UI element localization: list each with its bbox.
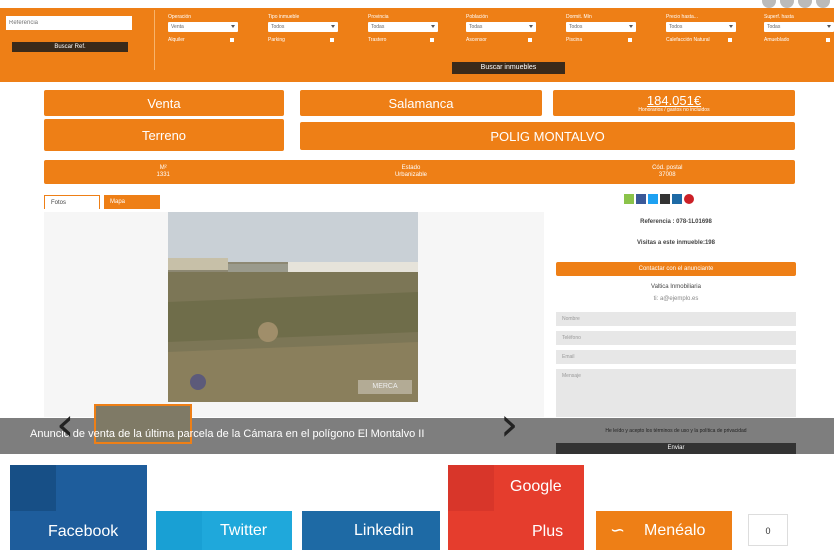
twitter-label: Twitter (220, 522, 268, 539)
filter-bedrooms: Dormit. Mín Todos Piscina (566, 14, 636, 43)
plus-label: Plus (532, 523, 564, 540)
name-field[interactable]: Nombre (556, 312, 796, 326)
bedrooms-select[interactable]: Todos (566, 22, 636, 32)
share-count: 0 (748, 514, 788, 546)
detail-status: Estado Urbanizable (395, 165, 427, 179)
town-select[interactable]: Todas (466, 22, 536, 32)
location-box: POLIG MONTALVO (300, 122, 795, 150)
meneame-icon: ∽ (610, 520, 626, 540)
property-photo[interactable] (168, 212, 418, 402)
filter-label: Población (466, 14, 488, 20)
google-plus-share-tile[interactable]: Google Plus (448, 465, 584, 550)
chevron-left-icon[interactable]: ‹ (56, 401, 74, 447)
filter-price: Precio hasta... Todos Calefacción Natura… (666, 14, 736, 43)
privacy-text: He leído y acepto los términos de uso y … (605, 428, 747, 434)
parking-checkbox[interactable]: Parking (268, 37, 338, 43)
type-box: Terreno (44, 119, 284, 151)
tile-accent (10, 465, 56, 511)
tab-photos[interactable]: Fotos (44, 195, 100, 209)
agency-name: Valtica Inmobiliaria (651, 284, 701, 290)
email-field[interactable]: Email (556, 350, 796, 364)
detail-postal-code: Cód. postal 37008 (652, 165, 682, 179)
message-field[interactable]: Mensaje (556, 369, 796, 417)
social-circle-icon[interactable] (816, 0, 830, 8)
trastero-checkbox[interactable]: Trastero (368, 37, 438, 43)
search-ref-button[interactable]: Buscar Ref. (12, 42, 128, 52)
facebook-share-tile[interactable]: Facebook (10, 465, 147, 550)
tile-accent (448, 465, 494, 511)
photo-field-image (168, 212, 418, 402)
meneame-label: Menéalo (644, 522, 706, 539)
filter-town: Población Todas Ascensor (466, 14, 536, 43)
filter-label: Provincia (368, 14, 389, 20)
twitter-share-tile[interactable]: Twitter (156, 511, 292, 550)
facebook-label: Facebook (48, 523, 119, 540)
delicious-icon[interactable] (660, 194, 670, 204)
social-circle-icon[interactable] (762, 0, 776, 8)
twitter-icon[interactable] (648, 194, 658, 204)
furnished-checkbox[interactable]: Amueblado (764, 37, 834, 43)
detail-value: 1331 (156, 172, 170, 178)
detail-value: Urbanizable (394, 172, 427, 178)
price-note: Honorarios / gastos no incluidos (638, 106, 710, 113)
social-circle-icon[interactable] (780, 0, 794, 8)
detail-area: M² 1331 (157, 165, 170, 179)
tile-accent (156, 511, 202, 550)
operation-box: Venta (44, 90, 284, 116)
detail-value: 37008 (658, 172, 676, 178)
views-text: Visitas a este inmueble:198 (637, 240, 715, 246)
filter-property-type: Tipo inmueble Todos Parking (268, 14, 338, 43)
filter-label: Superf. hasta (764, 14, 794, 20)
pool-checkbox[interactable]: Piscina (566, 37, 636, 43)
chevron-right-icon[interactable]: › (500, 401, 518, 447)
surface-select[interactable]: Todas (764, 22, 834, 32)
phone-field[interactable]: Teléfono (556, 331, 796, 345)
contact-button[interactable]: Contactar con el anunciante (556, 262, 796, 276)
filter-operation: Operación Venta Alquiler (168, 14, 238, 43)
filter-label: Operación (168, 14, 192, 20)
detail-label: Estado (401, 165, 421, 171)
linkedin-icon[interactable] (672, 194, 682, 204)
reference-text: Referencia : 078-1L01698 (640, 219, 712, 225)
tab-map[interactable]: Mapa (104, 195, 160, 209)
linkedin-label: Linkedin (354, 522, 414, 539)
province-box: Salamanca (300, 90, 542, 116)
price-select[interactable]: Todos (666, 22, 736, 32)
province-select[interactable]: Todas (368, 22, 438, 32)
detail-label: Cód. postal (652, 165, 683, 171)
price-box: 184.051€ Honorarios / gastos no incluido… (553, 90, 795, 116)
reference-input[interactable] (6, 16, 132, 30)
price-value: 184.051€ (646, 92, 702, 108)
photo-watermark: MERCA (358, 380, 412, 394)
social-circle-icon[interactable] (798, 0, 812, 8)
agency-email: ti: a@ejemplo.es (653, 296, 699, 302)
photo-caption: Anuncio de venta de la última parcela de… (30, 428, 425, 440)
send-button[interactable]: Enviar (556, 443, 796, 454)
linkedin-share-tile[interactable]: Linkedin (302, 511, 440, 550)
google-label: Google (510, 478, 562, 495)
divider (154, 10, 155, 70)
property-type-select[interactable]: Todos (268, 22, 338, 32)
filter-label: Precio hasta... (666, 14, 698, 20)
alquiler-checkbox[interactable]: Alquiler (168, 37, 238, 43)
meneame-share-tile[interactable]: ∽ Menéalo (596, 511, 732, 550)
filter-province: Provincia Todas Trastero (368, 14, 438, 43)
operation-select[interactable]: Venta (168, 22, 238, 32)
filter-label: Dormit. Mín (566, 14, 592, 20)
filter-surface: Superf. hasta Todas Amueblado (764, 14, 834, 43)
share-mini-icons (624, 194, 694, 204)
heating-checkbox[interactable]: Calefacción Natural (666, 37, 736, 43)
header-social-icons (762, 0, 830, 8)
detail-label: M² (159, 165, 167, 171)
search-properties-button[interactable]: Buscar inmuebles (452, 62, 565, 74)
elevator-checkbox[interactable]: Ascensor (466, 37, 536, 43)
facebook-icon[interactable] (636, 194, 646, 204)
filter-label: Tipo inmueble (268, 14, 300, 20)
pinterest-icon[interactable] (684, 194, 694, 204)
mail-icon[interactable] (624, 194, 634, 204)
details-bar: M² 1331 Estado Urbanizable Cód. postal 3… (44, 160, 795, 184)
